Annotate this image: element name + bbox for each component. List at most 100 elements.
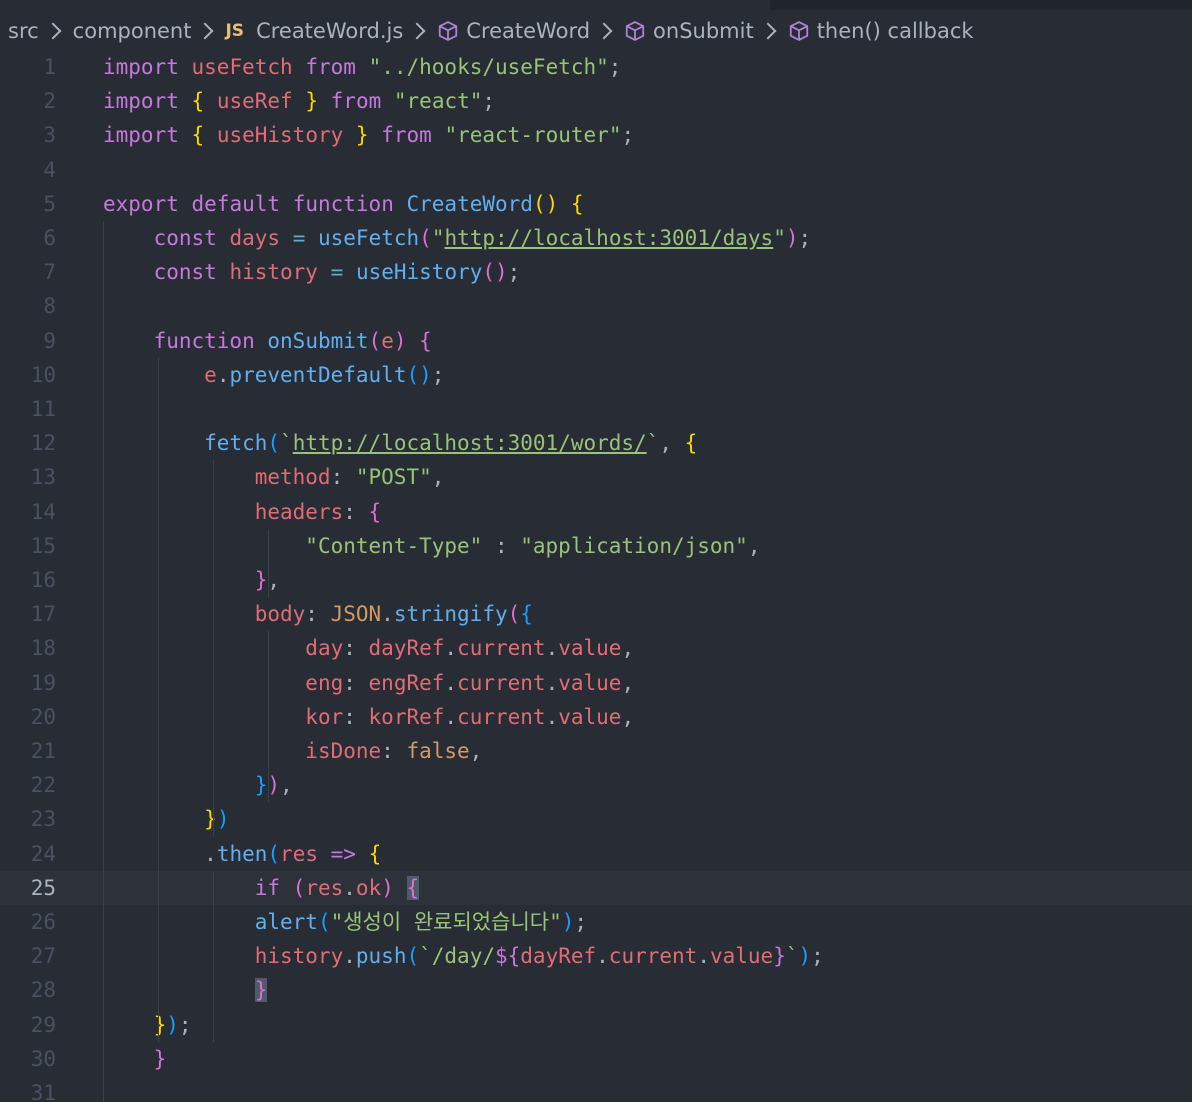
- code-token: .: [545, 704, 559, 729]
- code-token: (: [267, 431, 281, 456]
- code-editor[interactable]: src component JS CreateWord.js CreateWor…: [0, 0, 1192, 1102]
- code-token: (: [292, 875, 306, 900]
- code-token: {: [191, 123, 205, 148]
- code-text: }): [103, 802, 229, 836]
- line-number: 16: [30, 568, 56, 592]
- breadcrumb-item-component[interactable]: component: [73, 19, 192, 43]
- code-text: e.preventDefault();: [103, 358, 444, 392]
- code-line[interactable]: 12 fetch(`http://localhost:3001/words/`,…: [0, 426, 1192, 460]
- code-line[interactable]: 1 import useFetch from "../hooks/useFetch…: [0, 50, 1192, 84]
- code-token: http://localhost:3001/days: [444, 226, 774, 250]
- code-line[interactable]: 10 e.preventDefault();: [0, 358, 1192, 392]
- code-line[interactable]: 3 import { useHistory } from "react-route…: [0, 118, 1192, 152]
- code-line[interactable]: 6 const days = useFetch("http://localhos…: [0, 221, 1192, 255]
- code-text: history.push(`/day/${dayRef.current.valu…: [103, 939, 824, 973]
- line-number: 1: [43, 55, 56, 79]
- code-token: function: [292, 191, 394, 216]
- code-token: value: [558, 704, 622, 729]
- code-line[interactable]: 5 export default function CreateWord() {: [0, 187, 1192, 221]
- line-number: 9: [43, 328, 56, 353]
- code-line[interactable]: 16 },: [0, 563, 1192, 597]
- breadcrumb-item-then-callback[interactable]: then() callback: [817, 19, 974, 43]
- code-token: dayRef: [520, 944, 597, 969]
- code-line[interactable]: 23 }): [0, 802, 1192, 836]
- code-token: .: [444, 704, 458, 729]
- code-token: }: [153, 1046, 167, 1071]
- code-token: ;: [431, 362, 445, 387]
- code-token: (: [368, 328, 382, 353]
- code-token: ;: [482, 89, 496, 114]
- code-line[interactable]: 19 eng: engRef.current.value,: [0, 666, 1192, 700]
- code-token: "POST": [355, 465, 432, 490]
- code-text: const days = useFetch("http://localhost:…: [103, 221, 812, 255]
- indent-guide: [268, 631, 269, 803]
- code-line[interactable]: 26 alert("생성이 완료되었습니다");: [0, 905, 1192, 939]
- tab-bar: [0, 0, 1192, 10]
- code-line[interactable]: 20 kor: korRef.current.value,: [0, 700, 1192, 734]
- chevron-right-icon: [44, 22, 62, 40]
- code-line[interactable]: 28 }: [0, 973, 1192, 1007]
- code-token: day: [305, 636, 344, 661]
- code-line[interactable]: 13 method: "POST",: [0, 460, 1192, 494]
- line-number: 18: [30, 636, 56, 661]
- breadcrumb-item-onsubmit[interactable]: onSubmit: [653, 19, 754, 43]
- active-tab[interactable]: [0, 0, 770, 10]
- code-line[interactable]: 25 if (res.ok) {: [0, 870, 1192, 905]
- code-token: from: [330, 89, 382, 114]
- code-token: value: [709, 944, 774, 969]
- code-line[interactable]: 18 day: dayRef.current.value,: [0, 631, 1192, 665]
- code-line[interactable]: 22 }),: [0, 768, 1192, 802]
- code-token: "application/json": [520, 533, 748, 558]
- code-token: useFetch: [191, 55, 293, 79]
- code-line[interactable]: 11: [0, 392, 1192, 426]
- code-text: isDone: false,: [103, 734, 482, 768]
- code-line[interactable]: 29 });: [0, 1008, 1192, 1042]
- code-token: korRef: [368, 704, 445, 729]
- breadcrumb-item-src[interactable]: src: [8, 19, 39, 43]
- line-number: 29: [30, 1012, 56, 1037]
- code-token: .: [204, 841, 217, 866]
- code-token: `: [280, 431, 293, 456]
- code-token: (): [532, 191, 559, 216]
- code-token: .: [444, 636, 458, 661]
- code-line[interactable]: 31: [0, 1076, 1192, 1102]
- code-line[interactable]: 17 body: JSON.stringify({: [0, 597, 1192, 631]
- breadcrumb-item-createword[interactable]: CreateWord: [466, 19, 590, 43]
- code-token: kor: [305, 704, 344, 729]
- code-line[interactable]: 15 "Content-Type" : "application/json",: [0, 529, 1192, 563]
- code-line[interactable]: 30 }: [0, 1042, 1192, 1076]
- code-line[interactable]: 8: [0, 289, 1192, 323]
- code-text: eng: engRef.current.value,: [103, 666, 634, 700]
- code-line[interactable]: 14 headers: {: [0, 495, 1192, 529]
- code-line[interactable]: 9 function onSubmit(e) {: [0, 324, 1192, 358]
- line-number: 7: [43, 260, 56, 285]
- code-token: current: [457, 670, 546, 695]
- code-text: import useFetch from "../hooks/useFetch"…: [103, 50, 621, 84]
- code-text: }: [103, 973, 268, 1007]
- code-line[interactable]: 4: [0, 153, 1192, 187]
- code-line[interactable]: 7 const history = useHistory();: [0, 255, 1192, 289]
- code-line[interactable]: 27 history.push(`/day/${dayRef.current.v…: [0, 939, 1192, 973]
- code-token: }: [153, 1012, 167, 1037]
- code-line[interactable]: 2 import { useRef } from "react";: [0, 84, 1192, 118]
- code-token: {: [684, 431, 698, 456]
- code-area[interactable]: 1 import useFetch from "../hooks/useFetch…: [0, 50, 1192, 1102]
- code-line[interactable]: 21 isDone: false,: [0, 734, 1192, 768]
- code-line[interactable]: 24 .then(res => {: [0, 837, 1192, 871]
- code-token: history: [229, 260, 318, 285]
- breadcrumb-item-file[interactable]: CreateWord.js: [256, 19, 403, 43]
- line-number: 19: [30, 670, 56, 695]
- code-token: current: [457, 704, 546, 729]
